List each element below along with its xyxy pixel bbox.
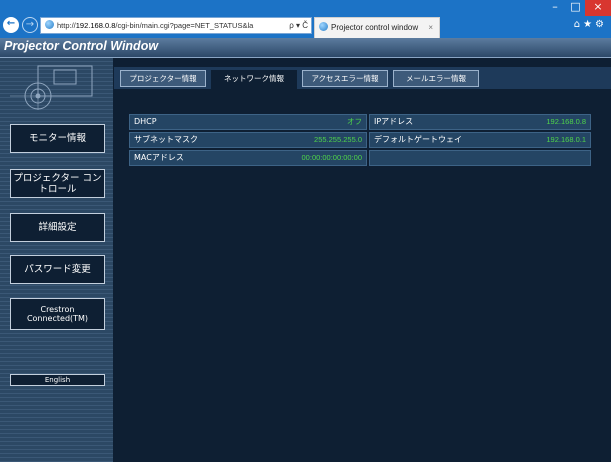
mac-address-cell: MACアドレス 00:00:00:00:00:00 — [129, 150, 367, 166]
sidebar: モニター情報 プロジェクター コントロール 詳細設定 パスワード変更 Crest… — [0, 58, 113, 462]
advanced-settings-button[interactable]: 詳細設定 — [10, 213, 105, 242]
dhcp-label: DHCP — [134, 117, 157, 126]
search-refresh-icons[interactable]: ρ ▾ Č — [289, 18, 308, 33]
tab-mail-error-info[interactable]: メールエラー情報 — [393, 70, 479, 87]
mac-address-label: MACアドレス — [134, 153, 184, 162]
default-gateway-cell: デフォルトゲートウェイ 192.168.0.1 — [369, 132, 591, 148]
main-content: プロジェクター情報 ネットワーク情報 アクセスエラー情報 メールエラー情報 DH… — [114, 58, 611, 462]
ip-address-value: 192.168.0.8 — [546, 117, 586, 126]
page-title: Projector Control Window — [4, 39, 159, 53]
subnet-mask-cell: サブネットマスク 255.255.255.0 — [129, 132, 367, 148]
ip-address-label: IPアドレス — [374, 117, 414, 126]
browser-tab[interactable]: Projector control window × — [314, 17, 440, 38]
tab-network-info[interactable]: ネットワーク情報 — [211, 70, 297, 91]
dhcp-cell: DHCP オフ — [129, 114, 367, 130]
table-row: サブネットマスク 255.255.255.0 デフォルトゲートウェイ 192.1… — [129, 132, 591, 148]
app-title-bar: Projector Control Window — [0, 38, 611, 58]
url-host: 192.168.0.8 — [75, 21, 116, 30]
back-arrow-icon[interactable]: ← — [3, 17, 19, 33]
english-language-button[interactable]: English — [10, 374, 105, 386]
default-gateway-value: 192.168.0.1 — [546, 135, 586, 144]
forward-arrow-icon[interactable]: → — [22, 17, 38, 33]
site-globe-icon — [45, 20, 54, 29]
table-row: DHCP オフ IPアドレス 192.168.0.8 — [129, 114, 591, 130]
tab-title: Projector control window — [331, 23, 419, 32]
subnet-mask-value: 255.255.255.0 — [314, 135, 362, 144]
ip-address-cell: IPアドレス 192.168.0.8 — [369, 114, 591, 130]
projector-control-button[interactable]: プロジェクター コントロール — [10, 169, 105, 198]
tab-close-icon[interactable]: × — [428, 18, 433, 38]
change-password-button[interactable]: パスワード変更 — [10, 255, 105, 284]
url-prefix: http:// — [57, 21, 76, 30]
empty-cell — [369, 150, 591, 166]
minimize-icon[interactable]: – — [544, 0, 566, 16]
close-window-icon[interactable]: × — [585, 0, 611, 16]
dhcp-value: オフ — [347, 117, 362, 126]
subnet-mask-label: サブネットマスク — [134, 135, 198, 144]
info-tabs: プロジェクター情報 ネットワーク情報 アクセスエラー情報 メールエラー情報 — [114, 67, 611, 91]
home-favorites-settings-icons[interactable]: ⌂★⚙ — [574, 19, 607, 30]
tab-access-error-info[interactable]: アクセスエラー情報 — [302, 70, 388, 87]
address-bar[interactable]: http://192.168.0.8/cgi-bin/main.cgi?page… — [40, 17, 312, 34]
content-divider — [114, 89, 611, 99]
crestron-connected-button[interactable]: Crestron Connected(TM) — [10, 298, 105, 330]
maximize-icon[interactable]: □ — [566, 0, 585, 16]
url-path: /cgi-bin/main.cgi?page=NET_STATUS&la — [115, 21, 254, 30]
tab-projector-info[interactable]: プロジェクター情報 — [120, 70, 206, 87]
browser-chrome: – □ × ← → http://192.168.0.8/cgi-bin/mai… — [0, 0, 611, 38]
monitor-info-button[interactable]: モニター情報 — [10, 124, 105, 153]
tab-globe-icon — [319, 22, 328, 31]
default-gateway-label: デフォルトゲートウェイ — [374, 135, 462, 144]
projector-logo-icon — [8, 64, 94, 110]
table-row: MACアドレス 00:00:00:00:00:00 — [129, 150, 591, 166]
mac-address-value: 00:00:00:00:00:00 — [301, 153, 362, 162]
